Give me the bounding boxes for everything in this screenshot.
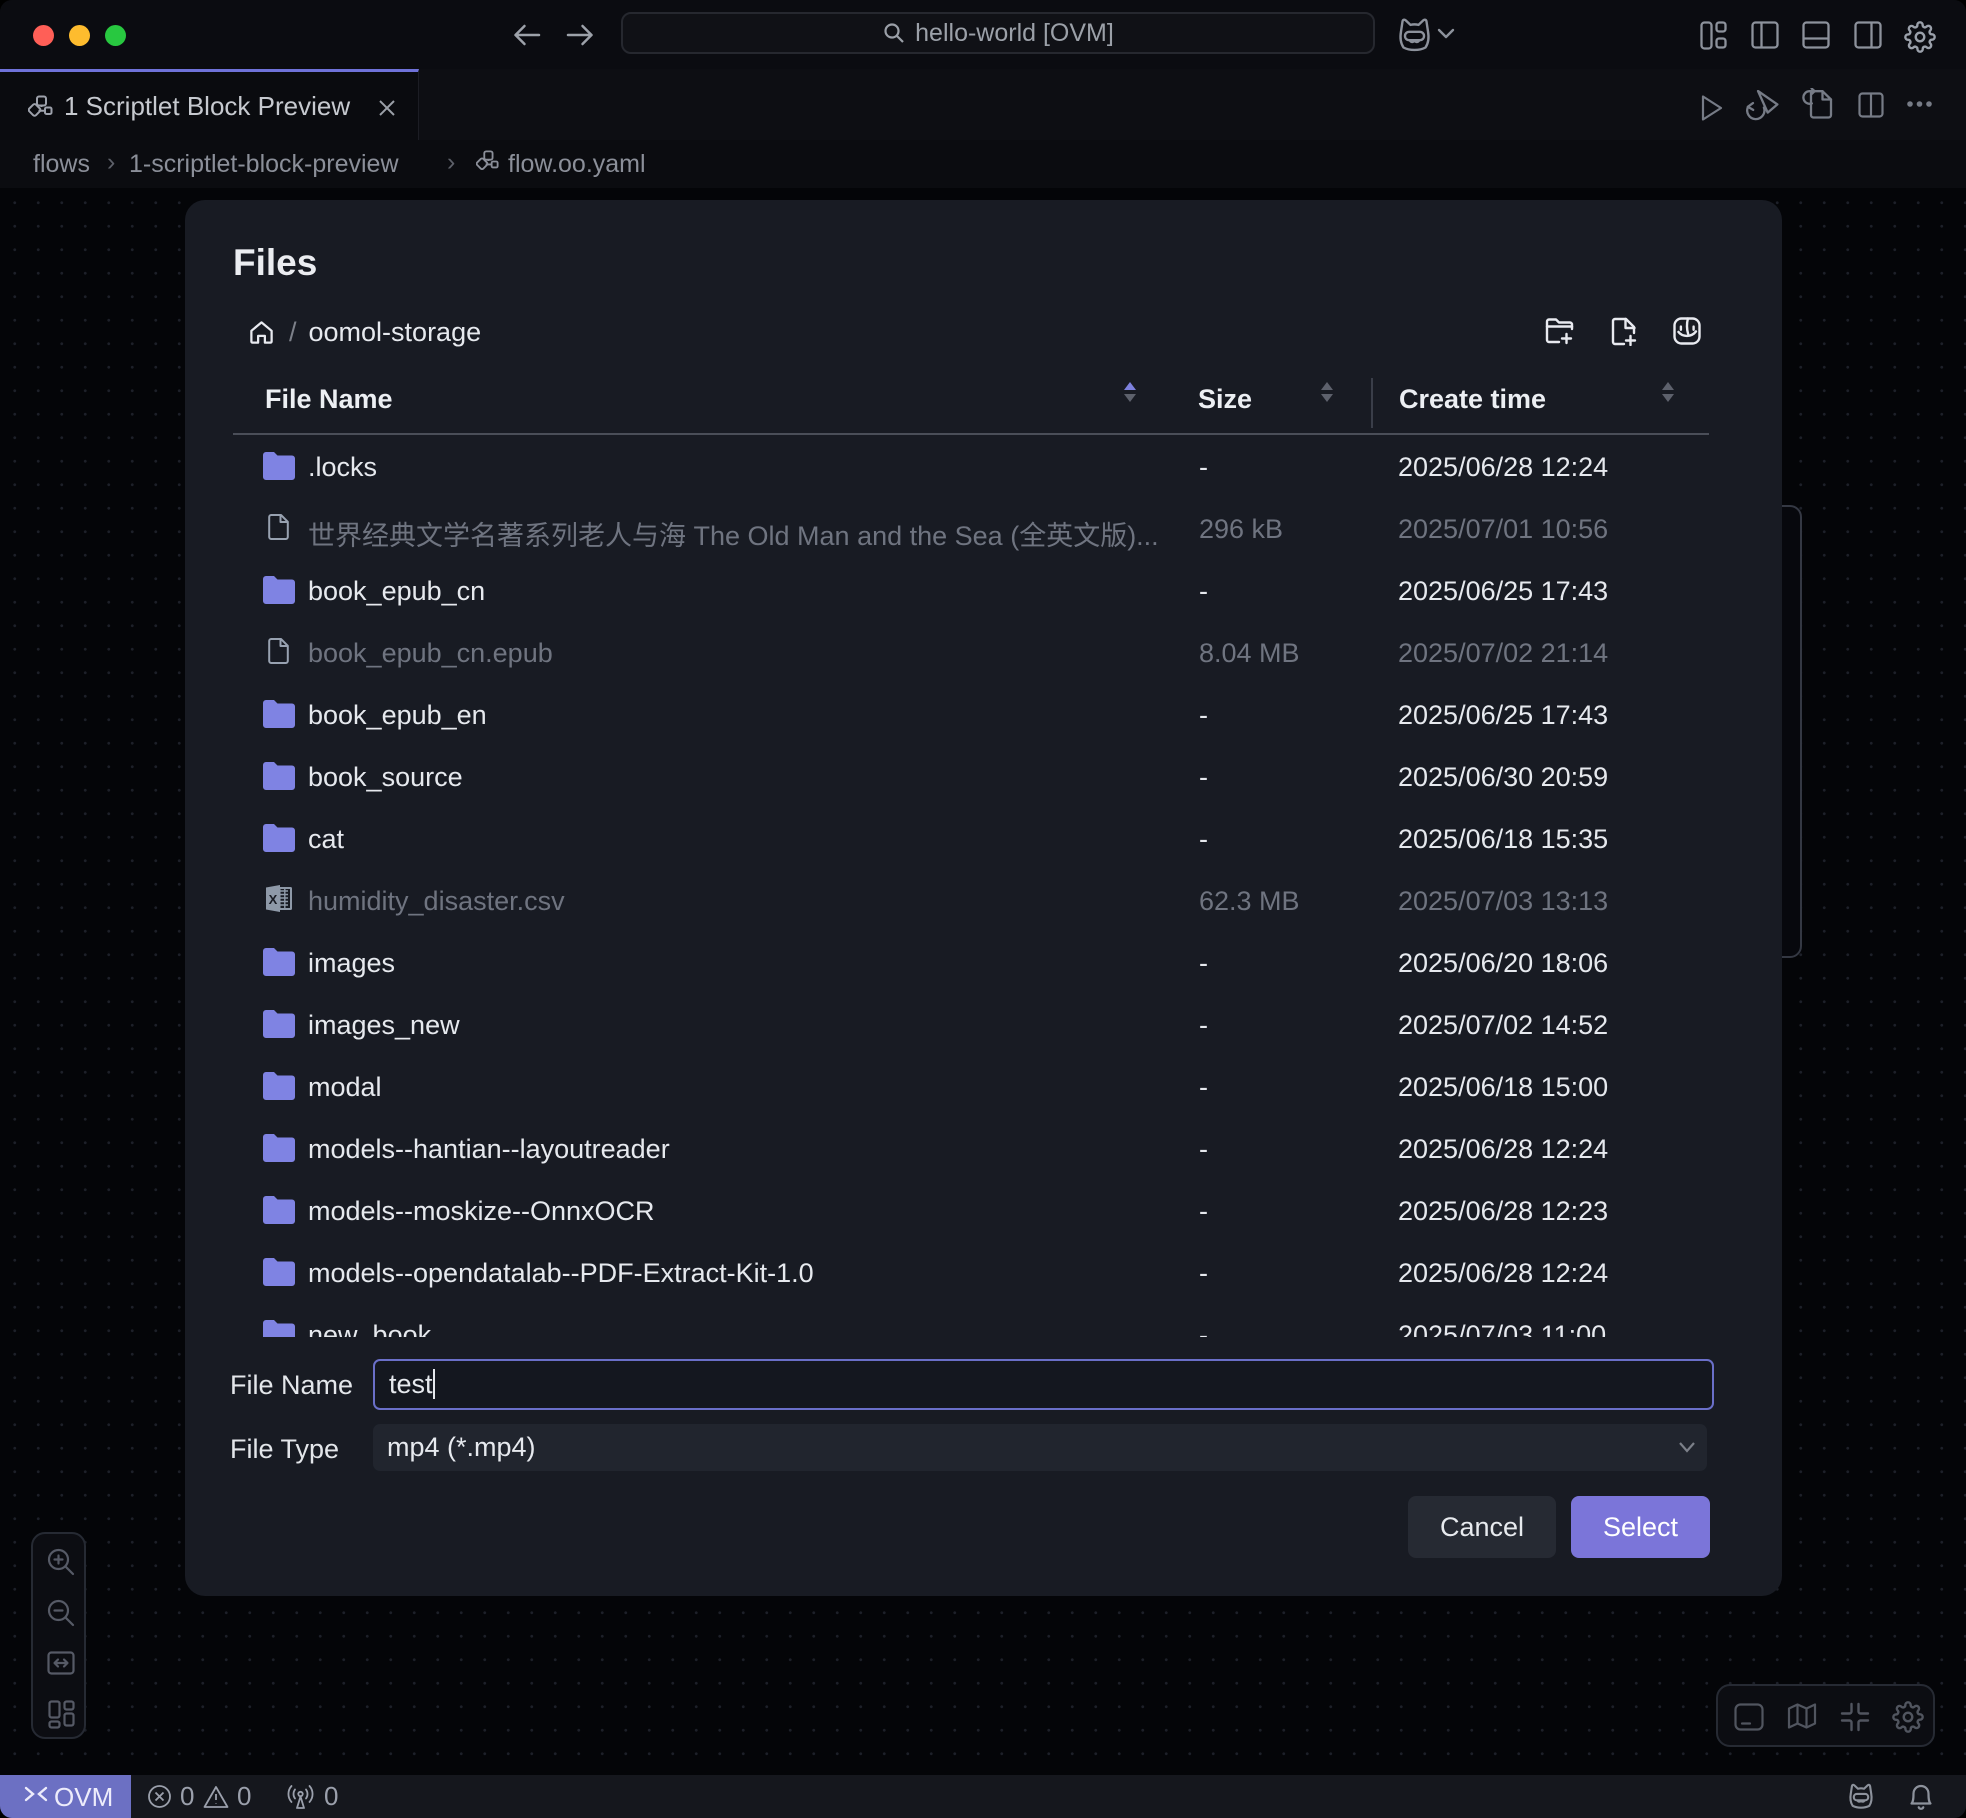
svg-text:X: X bbox=[269, 892, 278, 907]
